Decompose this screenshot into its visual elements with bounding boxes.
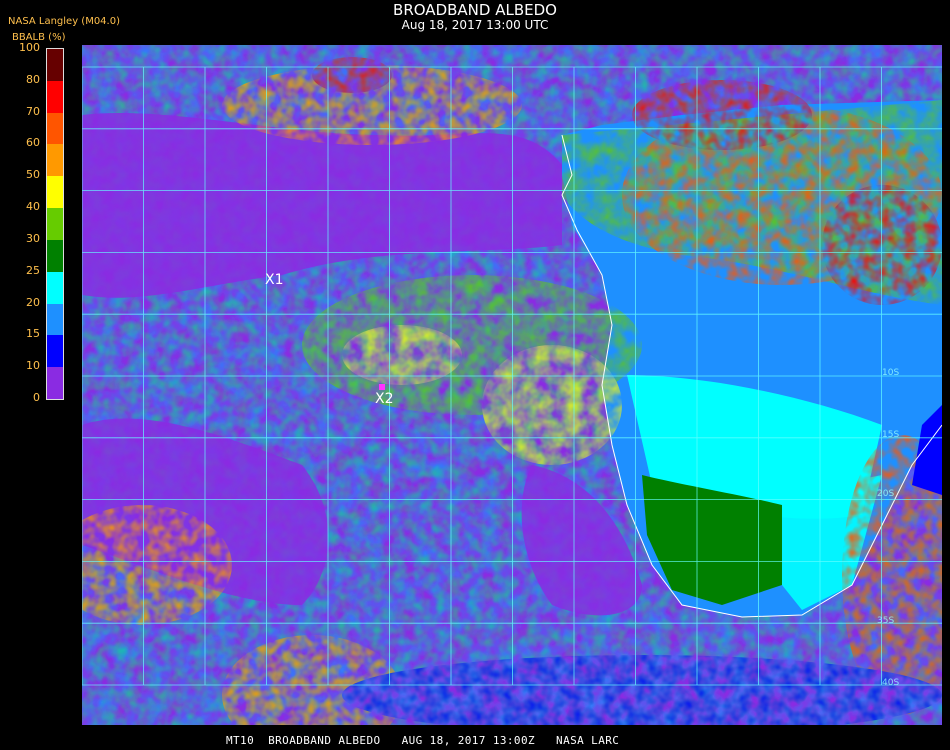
colorbar-bin-15-20 <box>47 303 63 336</box>
colorbar-tick-20: 20 <box>26 295 40 309</box>
colorbar-bin-30-40 <box>47 208 63 240</box>
map-subtitle: Aug 18, 2017 13:00 UTC <box>401 18 549 32</box>
colorbar-tick-50: 50 <box>26 168 40 182</box>
colorbar-bin-10-15 <box>47 335 63 368</box>
colorbar-tick-70: 70 <box>26 104 40 118</box>
colorbar-tick-100: 100 <box>19 41 40 54</box>
lat-label-40s: 40S <box>882 678 899 688</box>
colorbar-tick-15: 15 <box>26 327 40 341</box>
colorbar-tick-60: 60 <box>26 136 40 150</box>
footer-caption: MT10 BROADBAND ALBEDO AUG 18, 2017 13:00… <box>226 734 620 747</box>
colorbar-bin-80-100 <box>47 49 63 81</box>
colorbar-tick-40: 40 <box>26 200 40 214</box>
credit-label: NASA Langley (M04.0) <box>8 16 120 27</box>
colorbar-bin-50-60 <box>47 144 63 177</box>
map-title: BROADBAND ALBEDO <box>393 1 557 19</box>
colorbar-tick-30: 30 <box>26 231 40 245</box>
lat-label-10s: 10S <box>882 368 899 378</box>
colorbar-bin-20-25 <box>47 271 63 304</box>
colorbar-tick-0: 0 <box>33 391 40 404</box>
colorbar-bin-70-80 <box>47 80 63 113</box>
marker-x2-dot <box>379 384 385 390</box>
colorbar-tick-80: 80 <box>26 72 40 86</box>
colorbar-bin-0-10 <box>47 367 63 399</box>
marker-x1: X1 <box>265 272 284 288</box>
colorbar-bin-60-70 <box>47 112 63 145</box>
marker-x2: X2 <box>375 391 394 407</box>
lat-label-15s: 15S <box>882 430 899 440</box>
albedo-map: 15S 10S 20S 35S 40S X1 X2 <box>82 45 942 725</box>
colorbar-tick-10: 10 <box>26 359 40 373</box>
colorbar <box>46 48 64 400</box>
lat-label-35s: 35S <box>877 616 894 626</box>
colorbar-bin-25-30 <box>47 239 63 272</box>
colorbar-bin-40-50 <box>47 176 63 209</box>
lat-label-20s: 20S <box>877 489 894 499</box>
colorbar-tick-25: 25 <box>26 263 40 277</box>
